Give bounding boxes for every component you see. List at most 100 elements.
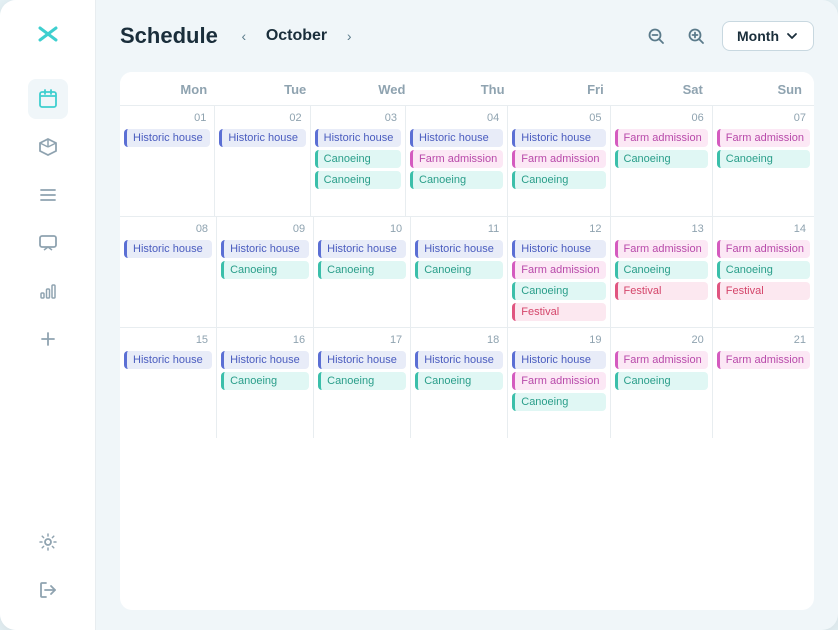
event-historic-08-0[interactable]: Historic house	[124, 240, 212, 258]
day-header-sun: Sun	[715, 72, 814, 105]
event-canoeing-11-1[interactable]: Canoeing	[415, 261, 503, 279]
event-farm-19-1[interactable]: Farm admission	[512, 372, 605, 390]
event-canoeing-04-2[interactable]: Canoeing	[410, 171, 503, 189]
app-logo	[34, 20, 62, 55]
event-historic-19-0[interactable]: Historic house	[512, 351, 605, 369]
day-cell-09: 09 Historic house Canoeing	[217, 217, 314, 327]
day-number-01: 01	[124, 110, 210, 126]
event-farm-13-0[interactable]: Farm admission	[615, 240, 708, 258]
day-header-thu: Thu	[417, 72, 516, 105]
event-farm-04-1[interactable]: Farm admission	[410, 150, 503, 168]
event-historic-03-0[interactable]: Historic house	[315, 129, 401, 147]
event-canoeing-03-1[interactable]: Canoeing	[315, 150, 401, 168]
event-canoeing-20-1[interactable]: Canoeing	[615, 372, 708, 390]
event-canoeing-18-1[interactable]: Canoeing	[415, 372, 503, 390]
chat-icon[interactable]	[28, 223, 68, 263]
next-month-button[interactable]: ›	[335, 22, 363, 50]
day-cell-17: 17Historic houseCanoeing	[314, 328, 411, 438]
list-icon[interactable]	[28, 175, 68, 215]
prev-month-button[interactable]: ‹	[230, 22, 258, 50]
header-left: Schedule ‹ October ›	[120, 22, 363, 50]
event-canoeing-16-1[interactable]: Canoeing	[221, 372, 309, 390]
zoom-in-button[interactable]	[680, 20, 712, 52]
event-historic-18-0[interactable]: Historic house	[415, 351, 503, 369]
event-canoeing-17-1[interactable]: Canoeing	[318, 372, 406, 390]
event-canoeing-05-2[interactable]: Canoeing	[512, 171, 605, 189]
zoom-out-button[interactable]	[640, 20, 672, 52]
event-historic-11-0[interactable]: Historic house	[415, 240, 503, 258]
week-row-1: 08Historic house09 Historic house Canoeing…	[120, 217, 814, 328]
event-festival-14-2[interactable]: Festival	[717, 282, 810, 300]
day-number-20: 20	[615, 332, 708, 348]
chart-icon[interactable]	[28, 271, 68, 311]
event-historic-15-0[interactable]: Historic house	[124, 351, 212, 369]
event-historic-12-0[interactable]: Historic house	[512, 240, 605, 258]
event-canoeing-06-1[interactable]: Canoeing	[615, 150, 708, 168]
event-canoeing-12-2[interactable]: Canoeing	[512, 282, 605, 300]
day-header-fri: Fri	[517, 72, 616, 105]
event-historic-16-0[interactable]: Historic house	[221, 351, 309, 369]
day-header-wed: Wed	[318, 72, 417, 105]
event-historic-10-0[interactable]: Historic house	[318, 240, 406, 258]
settings-icon[interactable]	[28, 522, 68, 562]
event-festival-13-2[interactable]: Festival	[615, 282, 708, 300]
day-number-16: 16	[221, 332, 309, 348]
event-festival-12-3[interactable]: Festival	[512, 303, 605, 321]
box-icon[interactable]	[28, 127, 68, 167]
event-historic-01-0[interactable]: Historic house	[124, 129, 210, 147]
view-dropdown[interactable]: Month	[722, 21, 814, 51]
page-title: Schedule	[120, 23, 218, 49]
event-canoeing-13-1[interactable]: Canoeing	[615, 261, 708, 279]
main-content: Schedule ‹ October ›	[96, 0, 838, 630]
day-cell-06: 06 Farm admission Canoeing	[611, 106, 713, 216]
day-cell-21: 21 Farm admission	[713, 328, 814, 438]
event-farm-06-0[interactable]: Farm admission	[615, 129, 708, 147]
day-header-tue: Tue	[219, 72, 318, 105]
day-number-07: 07	[717, 110, 810, 126]
event-canoeing-03-2[interactable]: Canoeing	[315, 171, 401, 189]
event-farm-20-0[interactable]: Farm admission	[615, 351, 708, 369]
calendar-header: MonTueWedThuFriSatSun	[120, 72, 814, 106]
add-icon[interactable]	[28, 319, 68, 359]
day-cell-16: 16 Historic house Canoeing	[217, 328, 314, 438]
day-number-06: 06	[615, 110, 708, 126]
calendar-body: 01Historic house02Historic house03Histor…	[120, 106, 814, 610]
event-canoeing-19-2[interactable]: Canoeing	[512, 393, 605, 411]
day-cell-18: 18 Historic house Canoeing	[411, 328, 508, 438]
event-historic-05-0[interactable]: Historic house	[512, 129, 605, 147]
day-number-21: 21	[717, 332, 810, 348]
event-canoeing-07-1[interactable]: Canoeing	[717, 150, 810, 168]
day-number-11: 11	[415, 221, 503, 237]
app-window: Schedule ‹ October ›	[0, 0, 838, 630]
day-cell-07: 07 Farm admission Canoeing	[713, 106, 814, 216]
event-canoeing-09-1[interactable]: Canoeing	[221, 261, 309, 279]
event-farm-07-0[interactable]: Farm admission	[717, 129, 810, 147]
search-icons	[640, 20, 712, 52]
day-number-13: 13	[615, 221, 708, 237]
day-cell-08: 08Historic house	[120, 217, 217, 327]
day-number-18: 18	[415, 332, 503, 348]
event-farm-14-0[interactable]: Farm admission	[717, 240, 810, 258]
day-number-09: 09	[221, 221, 309, 237]
header: Schedule ‹ October ›	[120, 20, 814, 52]
day-cell-20: 20 Farm admission Canoeing	[611, 328, 713, 438]
day-cell-19: 19 Historic house Farm admission Canoeing	[508, 328, 610, 438]
view-label: Month	[737, 28, 779, 44]
calendar-icon[interactable]	[28, 79, 68, 119]
event-historic-09-0[interactable]: Historic house	[221, 240, 309, 258]
event-farm-12-1[interactable]: Farm admission	[512, 261, 605, 279]
week-row-2: 15 Historic house 16 Historic house Canoeing…	[120, 328, 814, 438]
event-farm-05-1[interactable]: Farm admission	[512, 150, 605, 168]
event-historic-17-0[interactable]: Historic house	[318, 351, 406, 369]
event-historic-02-0[interactable]: Historic house	[219, 129, 305, 147]
event-farm-21-0[interactable]: Farm admission	[717, 351, 810, 369]
logout-icon[interactable]	[28, 570, 68, 610]
day-number-19: 19	[512, 332, 605, 348]
day-cell-03: 03Historic houseCanoeingCanoeing	[311, 106, 406, 216]
event-canoeing-14-1[interactable]: Canoeing	[717, 261, 810, 279]
day-number-10: 10	[318, 221, 406, 237]
event-historic-04-0[interactable]: Historic house	[410, 129, 503, 147]
day-number-15: 15	[124, 332, 212, 348]
event-canoeing-10-1[interactable]: Canoeing	[318, 261, 406, 279]
week-row-0: 01Historic house02Historic house03Histor…	[120, 106, 814, 217]
